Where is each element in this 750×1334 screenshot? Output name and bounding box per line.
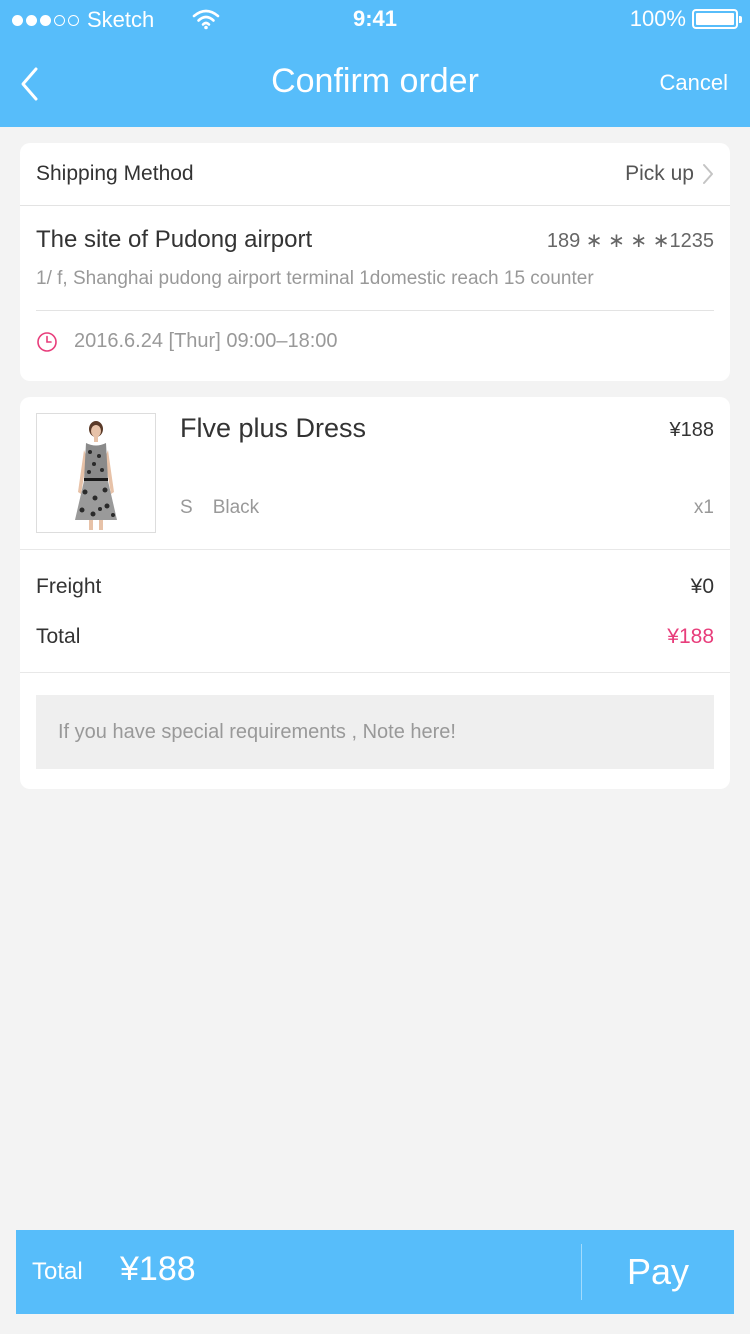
site-address: 1/ f, Shanghai pudong airport terminal 1… bbox=[36, 268, 594, 289]
divider bbox=[36, 310, 714, 311]
product-color: Black bbox=[212, 497, 260, 518]
dress-thumbnail-image bbox=[37, 414, 155, 532]
pay-button[interactable]: Pay bbox=[582, 1230, 734, 1314]
checkout-total-amount: ¥188 bbox=[120, 1250, 196, 1288]
freight-value: ¥0 bbox=[690, 575, 714, 598]
freight-label: Freight bbox=[36, 575, 102, 598]
product-size: S bbox=[180, 497, 193, 518]
shipping-method-selector: Pick up bbox=[625, 162, 714, 186]
pickup-time: 2016.6.24 [Thur] 09:00–18:00 bbox=[36, 330, 338, 353]
checkout-bar: Total ¥188 Pay bbox=[16, 1230, 734, 1314]
chevron-right-icon bbox=[703, 164, 713, 184]
order-card: Flve plus Dress ¥188 S Black x1 Freight … bbox=[20, 397, 730, 789]
note-input[interactable] bbox=[36, 695, 714, 769]
product-quantity: x1 bbox=[693, 497, 714, 518]
product-item: Flve plus Dress ¥188 S Black x1 bbox=[20, 397, 730, 550]
product-image[interactable] bbox=[36, 413, 156, 533]
fee-summary: Freight ¥0 Total ¥188 bbox=[20, 550, 730, 673]
shipping-card: Shipping Method Pick up The site of Pudo… bbox=[20, 143, 730, 381]
clock-icon bbox=[37, 331, 57, 352]
site-phone: 189 ∗ ∗ ∗ ∗1235 bbox=[546, 230, 714, 252]
product-name[interactable]: Flve plus Dress bbox=[180, 413, 366, 444]
shipping-method-value: Pick up bbox=[625, 162, 694, 185]
freight-row: Freight ¥0 bbox=[36, 575, 714, 599]
status-bar: Sketch 9:41 100% bbox=[0, 0, 750, 40]
total-value: ¥188 bbox=[667, 625, 714, 648]
header: Sketch 9:41 100% Confirm order Cancel bbox=[0, 0, 750, 127]
site-name: The site of Pudong airport bbox=[36, 226, 313, 253]
product-price: ¥188 bbox=[669, 419, 715, 441]
shipping-method-row[interactable]: Shipping Method Pick up bbox=[20, 143, 730, 206]
pickup-time-text: 2016.6.24 [Thur] 09:00–18:00 bbox=[74, 330, 338, 352]
total-label: Total bbox=[36, 625, 81, 648]
battery-icon bbox=[692, 9, 742, 29]
product-spec: S Black bbox=[180, 497, 259, 519]
battery-status: 100% bbox=[629, 6, 742, 32]
pickup-site: The site of Pudong airport 189 ∗ ∗ ∗ ∗12… bbox=[20, 206, 730, 380]
battery-percent: 100% bbox=[629, 6, 686, 31]
checkout-total-label: Total bbox=[32, 1258, 83, 1285]
nav-bar: Confirm order Cancel bbox=[0, 40, 750, 127]
shipping-method-label: Shipping Method bbox=[36, 162, 194, 185]
page-title: Confirm order bbox=[271, 62, 479, 100]
cancel-button[interactable]: Cancel bbox=[660, 70, 728, 96]
total-row: Total ¥188 bbox=[36, 625, 714, 649]
